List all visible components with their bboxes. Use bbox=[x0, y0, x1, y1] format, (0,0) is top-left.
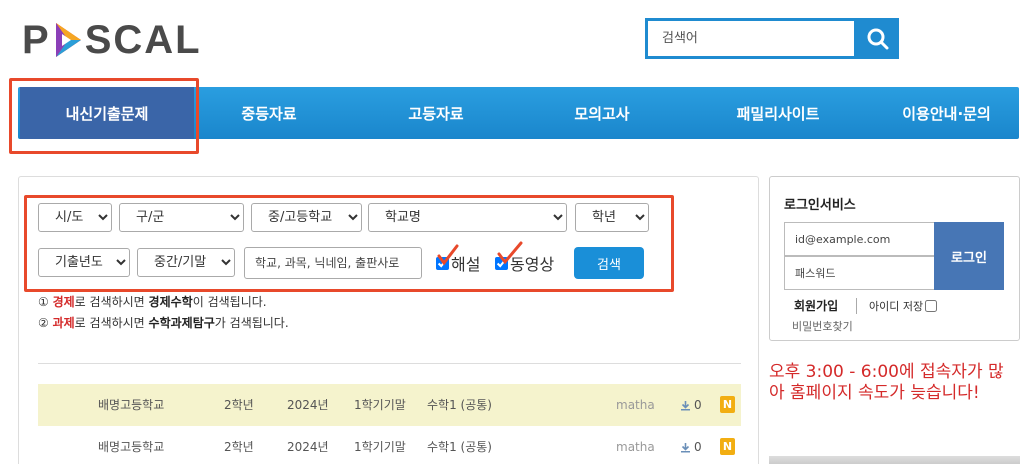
video-checkbox[interactable]: 동영상 bbox=[495, 251, 554, 275]
row-year: 2024년 bbox=[287, 440, 329, 454]
search-icon bbox=[867, 28, 888, 49]
row-subject: 수학1 (공통) bbox=[427, 440, 492, 454]
row-term: 1학기기말 bbox=[354, 398, 406, 412]
save-id-label: 아이디 저장 bbox=[869, 300, 924, 313]
nav-item-high-school[interactable]: 고등자료 bbox=[366, 87, 506, 139]
download-icon bbox=[681, 400, 690, 410]
find-password-link[interactable]: 비밀번호찾기 bbox=[792, 318, 853, 334]
school-name-select[interactable]: 학교명 bbox=[368, 203, 567, 232]
year-select[interactable]: 기출년도 bbox=[38, 248, 130, 277]
exam-select[interactable]: 중간/기말 bbox=[137, 248, 235, 277]
join-link[interactable]: 회원가입 bbox=[794, 297, 838, 314]
traffic-notice: 오후 3:00 - 6:00에 접속자가 많아 홈페이지 속도가 늦습니다! bbox=[769, 362, 1004, 403]
save-id-checkbox-input[interactable] bbox=[925, 300, 938, 312]
video-checkbox-label: 동영상 bbox=[510, 255, 555, 274]
row-school: 배명고등학교 bbox=[98, 440, 165, 454]
logo-letters-scal: SCAL bbox=[84, 18, 202, 62]
login-password-input[interactable] bbox=[784, 256, 935, 290]
separator bbox=[856, 298, 857, 314]
tip-prefix: ① bbox=[38, 295, 53, 309]
row-year: 2024년 bbox=[287, 398, 329, 412]
row-grade: 2학년 bbox=[224, 398, 254, 412]
tip-keyword: 과제 bbox=[52, 316, 75, 330]
search-tip-2: ② 과제로 검색하시면 수학과제탐구가 검색됩니다. bbox=[38, 314, 289, 331]
tip-prefix: ② bbox=[38, 316, 53, 330]
sido-select[interactable]: 시/도 bbox=[38, 203, 112, 232]
search-box bbox=[645, 18, 857, 59]
table-row[interactable]: 배명고등학교 2학년 2024년 1학기기말 수학1 (공통) matha 0 … bbox=[38, 426, 741, 464]
keyword-input[interactable] bbox=[244, 247, 422, 279]
page: P SCAL 내신기출문제 중등자료 고등자료 모의고사 패밀리사이트 이용안내… bbox=[0, 0, 1029, 464]
nav-item-middle-school[interactable]: 중등자료 bbox=[199, 87, 339, 139]
login-id-input[interactable] bbox=[784, 222, 935, 256]
banner-edge bbox=[769, 456, 1020, 464]
row-school: 배명고등학교 bbox=[98, 398, 165, 412]
tip-text: 로 검색하시면 bbox=[74, 295, 149, 309]
logo-letter-p: P bbox=[22, 18, 51, 62]
nav-item-mock-exam[interactable]: 모의고사 bbox=[532, 87, 672, 139]
tip-result: 수학과제탐구 bbox=[148, 316, 215, 330]
row-grade: 2학년 bbox=[224, 440, 254, 454]
download-icon bbox=[681, 442, 690, 452]
poscal-logo[interactable]: P SCAL bbox=[22, 18, 202, 62]
tip-text: 로 검색하시면 bbox=[74, 316, 149, 330]
divider bbox=[38, 363, 741, 364]
row-term: 1학기기말 bbox=[354, 440, 406, 454]
row-downloads: 0 bbox=[680, 384, 702, 426]
search-tip-1: ① 경제로 검색하시면 경제수학이 검색됩니다. bbox=[38, 293, 267, 310]
new-badge: N bbox=[720, 438, 735, 455]
solution-checkbox[interactable]: 해설 bbox=[436, 251, 480, 275]
nav-item-family-sites[interactable]: 패밀리사이트 bbox=[698, 87, 858, 139]
row-downloads: 0 bbox=[680, 426, 702, 464]
filter-search-button[interactable]: 검색 bbox=[574, 247, 644, 279]
search-input[interactable] bbox=[648, 21, 854, 56]
gugun-select[interactable]: 구/군 bbox=[119, 203, 244, 232]
grade-select[interactable]: 학년 bbox=[575, 203, 649, 232]
row-subject: 수학1 (공통) bbox=[427, 398, 492, 412]
login-button[interactable]: 로그인 bbox=[934, 222, 1004, 290]
tip-suffix: 가 검색됩니다. bbox=[214, 316, 289, 330]
new-badge: N bbox=[720, 396, 735, 413]
search-button[interactable] bbox=[856, 18, 899, 59]
download-count: 0 bbox=[694, 398, 702, 412]
tip-suffix: 이 검색됩니다. bbox=[192, 295, 267, 309]
logo-play-icon bbox=[55, 23, 81, 57]
download-count: 0 bbox=[694, 440, 702, 454]
video-checkbox-input[interactable] bbox=[495, 256, 508, 270]
nav-item-exam-questions[interactable]: 내신기출문제 bbox=[20, 87, 194, 139]
solution-checkbox-input[interactable] bbox=[436, 256, 449, 270]
tip-keyword: 경제 bbox=[52, 295, 75, 309]
login-title: 로그인서비스 bbox=[784, 198, 856, 213]
school-level-select[interactable]: 중/고등학교 bbox=[251, 203, 362, 232]
solution-checkbox-label: 해설 bbox=[451, 255, 481, 274]
table-row[interactable]: 배명고등학교 2학년 2024년 1학기기말 수학1 (공통) matha 0 … bbox=[38, 384, 741, 426]
row-uploader: matha bbox=[616, 398, 655, 412]
save-id-checkbox[interactable]: 아이디 저장 bbox=[869, 298, 938, 314]
tip-result: 경제수학 bbox=[148, 295, 193, 309]
main-nav: 내신기출문제 중등자료 고등자료 모의고사 패밀리사이트 이용안내·문의 bbox=[18, 87, 1019, 139]
row-uploader: matha bbox=[616, 440, 655, 454]
nav-item-guide-contact[interactable]: 이용안내·문의 bbox=[874, 87, 1019, 139]
